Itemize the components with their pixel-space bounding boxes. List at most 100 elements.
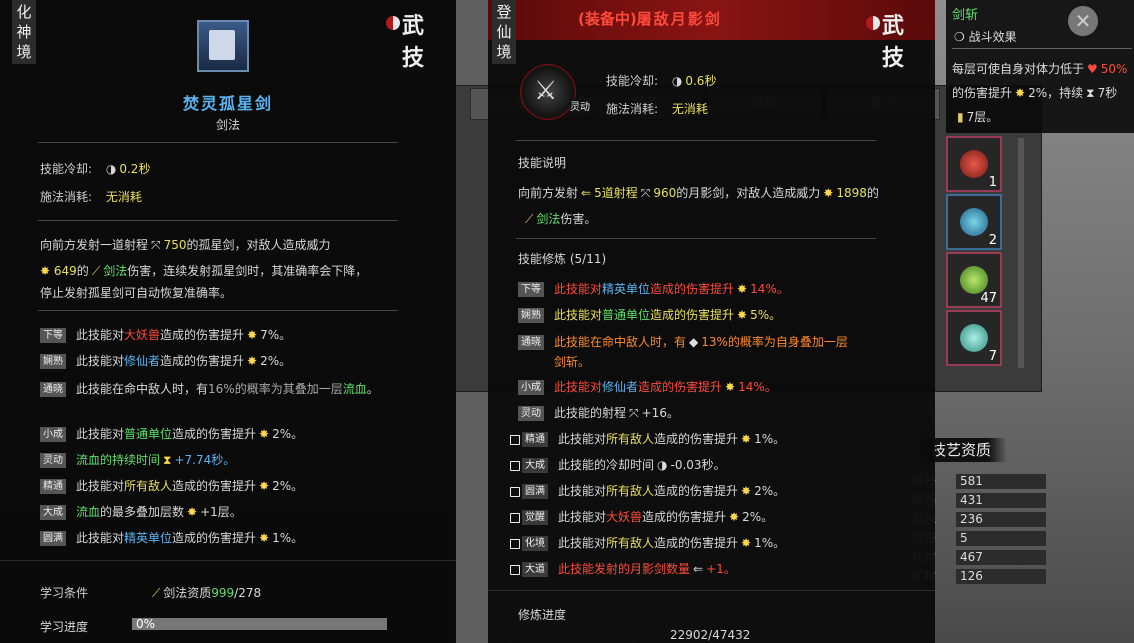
star-icon: ✸ bbox=[741, 484, 752, 498]
practice-label: 修炼进度 bbox=[518, 608, 567, 622]
close-icon[interactable]: ✕ bbox=[1068, 6, 1098, 36]
divider bbox=[516, 140, 876, 141]
cultivate-row: 大成 此技能的冷却时间 ◑ -0.03秒。 bbox=[510, 456, 726, 473]
practice-value: 22902/47432 bbox=[670, 628, 751, 642]
stack-icon: ▮ bbox=[957, 110, 964, 124]
cultivate-row: 精通 此技能对所有敌人造成的伤害提升 ✸ 1%。 bbox=[510, 430, 785, 447]
cooldown-row: 技能冷却: ◑ 0.6秒 bbox=[606, 74, 717, 88]
upgrade-tag: 精通 bbox=[40, 479, 66, 494]
item-icon bbox=[960, 150, 988, 178]
item-icon bbox=[960, 208, 988, 236]
yin-yang-icon bbox=[386, 16, 400, 30]
cultivate-tag: 大道 bbox=[522, 562, 548, 577]
diamond-icon: ◆ bbox=[689, 335, 699, 349]
yin-yang-icon bbox=[866, 16, 880, 30]
cultivate-tag: 大成 bbox=[522, 458, 548, 473]
divider bbox=[952, 48, 1132, 49]
star-icon: ✸ bbox=[737, 282, 748, 296]
star-icon: ✸ bbox=[823, 186, 834, 200]
cultivate-title: 技能修炼 (5/11) bbox=[518, 252, 607, 266]
skill-name: 焚灵孤星剑 bbox=[182, 94, 273, 113]
star-icon: ✸ bbox=[247, 354, 258, 368]
equipped-skill-title: (装备中)屠敌月影剑 bbox=[578, 10, 722, 28]
upgrade-row: 精通 此技能对所有敌人造成的伤害提升 ✸ 2%。 bbox=[40, 477, 303, 494]
sword-icon: ⟋ bbox=[151, 586, 161, 600]
upgrade-row: 小成 此技能对普通单位造成的伤害提升 ✸ 2%。 bbox=[40, 425, 303, 442]
lock-icon bbox=[510, 538, 520, 549]
sword-icon: ⚔ bbox=[534, 76, 558, 106]
divider bbox=[38, 310, 398, 311]
inventory-slot[interactable]: 47 bbox=[946, 252, 1002, 308]
arrow-icon: ⇐ bbox=[581, 186, 592, 200]
cultivate-tag: 下等 bbox=[518, 282, 544, 297]
cultivate-tag: 化境 bbox=[522, 536, 548, 551]
upgrade-row: 娴熟 此技能对修仙者造成的伤害提升 ✸ 2%。 bbox=[40, 352, 291, 369]
star-icon: ✸ bbox=[259, 427, 270, 441]
cost-row: 施法消耗: 无消耗 bbox=[606, 102, 708, 116]
upgrade-row: 圆满 此技能对精英单位造成的伤害提升 ✸ 1%。 bbox=[40, 529, 303, 546]
star-icon: ✸ bbox=[741, 536, 752, 550]
upgrade-tag: 小成 bbox=[40, 427, 66, 442]
cultivate-row: 化境 此技能对所有敌人造成的伤害提升 ✸ 1%。 bbox=[510, 534, 785, 551]
inventory-slot[interactable]: 2 bbox=[946, 194, 1002, 250]
inventory-scrollbar[interactable] bbox=[1018, 138, 1024, 368]
range-icon: ⤧ bbox=[640, 186, 651, 200]
cultivate-row: 大道 此技能发射的月影剑数量 ⇐ +1。 bbox=[510, 560, 736, 577]
hourglass-icon: ⧗ bbox=[1086, 86, 1095, 100]
desc-line-1: 向前方发射一道射程 ⤧ 750的孤星剑，对敌人造成威力 bbox=[40, 238, 331, 252]
cultivate-row: 娴熟 此技能对普通单位造成的伤害提升 ✸ 5%。 bbox=[518, 306, 781, 323]
upgrade-row: 灵动 流血的持续时间 ⧗ +7.74秒。 bbox=[40, 451, 235, 468]
buff-tooltip: 剑斩 ❍ 战斗效果 每层可使自身对体力低于 ♥ 50% 的伤害提升 ✸ 2%，持续 ⧗ 7秒… bbox=[946, 0, 1134, 133]
desc-title: 技能说明 bbox=[518, 156, 567, 170]
skill-tooltip-left: 化神境 武技 焚灵孤星剑 剑法 技能冷却: ◑ 0.2秒 施法消耗: 无消耗 向前… bbox=[0, 0, 456, 643]
skill-type: 剑法 bbox=[215, 118, 240, 132]
desc-line-2: ⟋ 剑法伤害。 bbox=[525, 212, 597, 226]
book-icon bbox=[209, 30, 235, 60]
range-icon: ⤧ bbox=[151, 238, 161, 252]
skill-icon bbox=[197, 20, 249, 72]
star-icon: ✸ bbox=[1015, 86, 1026, 100]
lock-icon bbox=[510, 460, 520, 471]
item-icon bbox=[960, 266, 988, 294]
cultivate-tag: 觉醒 bbox=[522, 510, 548, 525]
lock-icon bbox=[510, 434, 520, 445]
upgrade-row: 下等 此技能对大妖兽造成的伤害提升 ✸ 7%。 bbox=[40, 326, 291, 343]
star-icon: ✸ bbox=[259, 531, 270, 545]
star-icon: ✸ bbox=[737, 308, 748, 322]
sword-icon: ⟋ bbox=[525, 212, 534, 226]
cultivate-row: 小成 此技能对修仙者造成的伤害提升 ✸ 14%。 bbox=[518, 378, 777, 395]
sword-icon: ⟋ bbox=[91, 264, 101, 278]
divider bbox=[38, 142, 398, 143]
upgrade-tag: 大成 bbox=[40, 505, 66, 520]
skill-icon: ⚔ 灵动 bbox=[520, 64, 590, 120]
buff-line-3: ▮ 7层。 bbox=[957, 110, 999, 124]
upgrade-tag: 下等 bbox=[40, 328, 66, 343]
lock-icon bbox=[510, 512, 520, 523]
buff-line-2: 的伤害提升 ✸ 2%，持续 ⧗ 7秒 bbox=[952, 86, 1118, 100]
upgrade-tag: 通晓 bbox=[40, 382, 66, 397]
inventory-slot[interactable]: 1 bbox=[946, 136, 1002, 192]
range-icon: ⤧ bbox=[629, 406, 639, 420]
cultivate-tag: 娴熟 bbox=[518, 308, 544, 323]
upgrade-tag: 灵动 bbox=[40, 453, 66, 468]
cost-row: 施法消耗: 无消耗 bbox=[40, 190, 142, 204]
learn-condition-row: 学习条件 ⟋ 剑法资质999/278 bbox=[40, 586, 262, 600]
star-icon: ✸ bbox=[741, 432, 752, 446]
divider bbox=[488, 590, 935, 591]
divider bbox=[516, 238, 876, 239]
upgrade-tag: 娴熟 bbox=[40, 354, 66, 369]
star-icon: ✸ bbox=[725, 380, 736, 394]
inventory-slot[interactable]: 7 bbox=[946, 310, 1002, 366]
cultivate-tag: 通晓 bbox=[518, 335, 544, 350]
cultivate-tag: 小成 bbox=[518, 380, 544, 395]
learn-progress-bar: 0% bbox=[132, 617, 387, 631]
buff-line-1: 每层可使自身对体力低于 ♥ 50% bbox=[952, 62, 1128, 76]
clock-icon: ◑ bbox=[657, 458, 668, 472]
martial-badge: 武技 bbox=[386, 6, 438, 71]
star-icon: ✸ bbox=[247, 328, 258, 342]
star-icon: ✸ bbox=[259, 479, 270, 493]
hourglass-icon: ⧗ bbox=[163, 453, 172, 467]
skill-tooltip-middle: 登仙境 (装备中)屠敌月影剑 武技 ⚔ 灵动 技能冷却: ◑ 0.6秒 施法消耗:… bbox=[488, 0, 935, 643]
learn-progress-label: 学习进度 bbox=[40, 620, 89, 634]
realm-label: 登仙境 bbox=[492, 0, 516, 64]
